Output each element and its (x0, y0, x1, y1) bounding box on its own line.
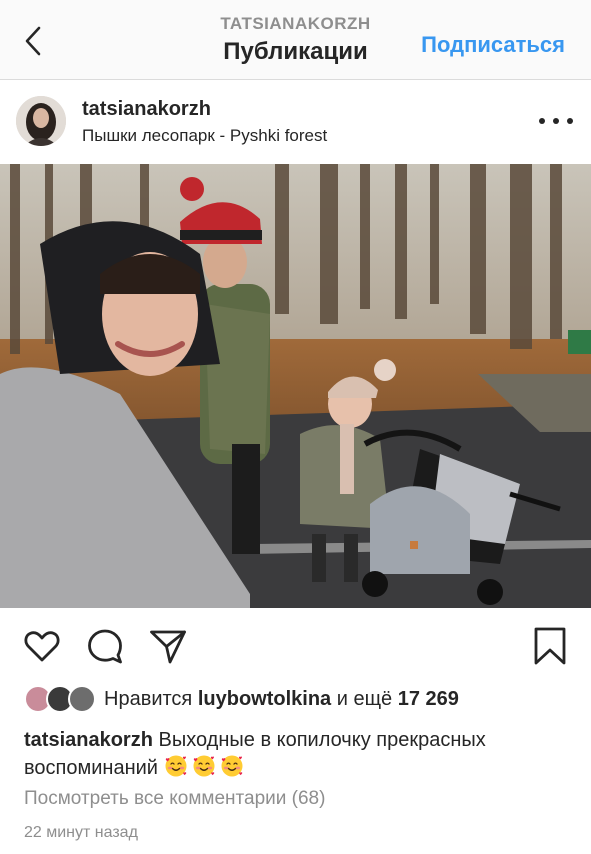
likes-prefix: Нравится (104, 687, 193, 710)
view-comments-link[interactable]: Посмотреть все комментарии (68) (24, 788, 325, 810)
page-title: Публикации (223, 38, 368, 65)
more-options-button[interactable] (539, 108, 573, 134)
liker-avatar (68, 685, 96, 713)
likes-summary[interactable]: Нравится luybowtolkina и ещё 17 269 (24, 684, 459, 714)
nav-account-name: TATSIANAKORZH (220, 14, 371, 33)
follow-button[interactable]: Подписаться (421, 32, 565, 58)
heart-icon (24, 631, 60, 662)
dot-icon (553, 118, 559, 124)
chevron-left-icon (25, 26, 41, 56)
dot-icon (567, 118, 573, 124)
top-nav: TATSIANAKORZH Публикации Подписаться (0, 0, 591, 80)
post-caption: tatsianakorzh Выходные в копилочку прекр… (24, 727, 569, 786)
caption-username[interactable]: tatsianakorzh (24, 729, 153, 751)
smiling-face-with-hearts-icon (192, 754, 216, 786)
paper-plane-icon (150, 630, 186, 664)
post-photo[interactable] (0, 164, 591, 608)
save-button[interactable] (530, 626, 570, 666)
back-button[interactable] (18, 24, 48, 58)
likes-connector: и ещё (336, 687, 393, 710)
likes-count[interactable]: 17 269 (398, 688, 459, 710)
post-header: tatsianakorzh Пышки лесопарк - Pyshki fo… (0, 80, 591, 164)
liker-avatars (24, 685, 98, 713)
forest-family-photo (0, 164, 591, 608)
post-timestamp: 22 минут назад (24, 824, 138, 841)
caption-emoji (164, 755, 248, 779)
comment-button[interactable] (85, 626, 125, 666)
action-bar (0, 608, 591, 684)
comment-bubble-icon (88, 629, 122, 664)
nav-titles: TATSIANAKORZH Публикации (150, 14, 441, 66)
instagram-post-screen: TATSIANAKORZH Публикации Подписаться tat… (0, 0, 591, 854)
share-button[interactable] (148, 626, 188, 666)
avatar-photo (16, 96, 66, 146)
bookmark-icon (534, 627, 566, 665)
smiling-face-with-hearts-icon (164, 754, 188, 786)
liker-username[interactable]: luybowtolkina (198, 688, 331, 710)
like-button[interactable] (22, 626, 62, 666)
post-username[interactable]: tatsianakorzh (82, 98, 211, 121)
dot-icon (539, 118, 545, 124)
avatar[interactable] (16, 96, 66, 146)
post-location[interactable]: Пышки лесопарк - Pyshki forest (82, 126, 327, 146)
smiling-face-with-hearts-icon (220, 754, 244, 786)
likes-text: Нравится luybowtolkina и ещё 17 269 (104, 688, 459, 711)
